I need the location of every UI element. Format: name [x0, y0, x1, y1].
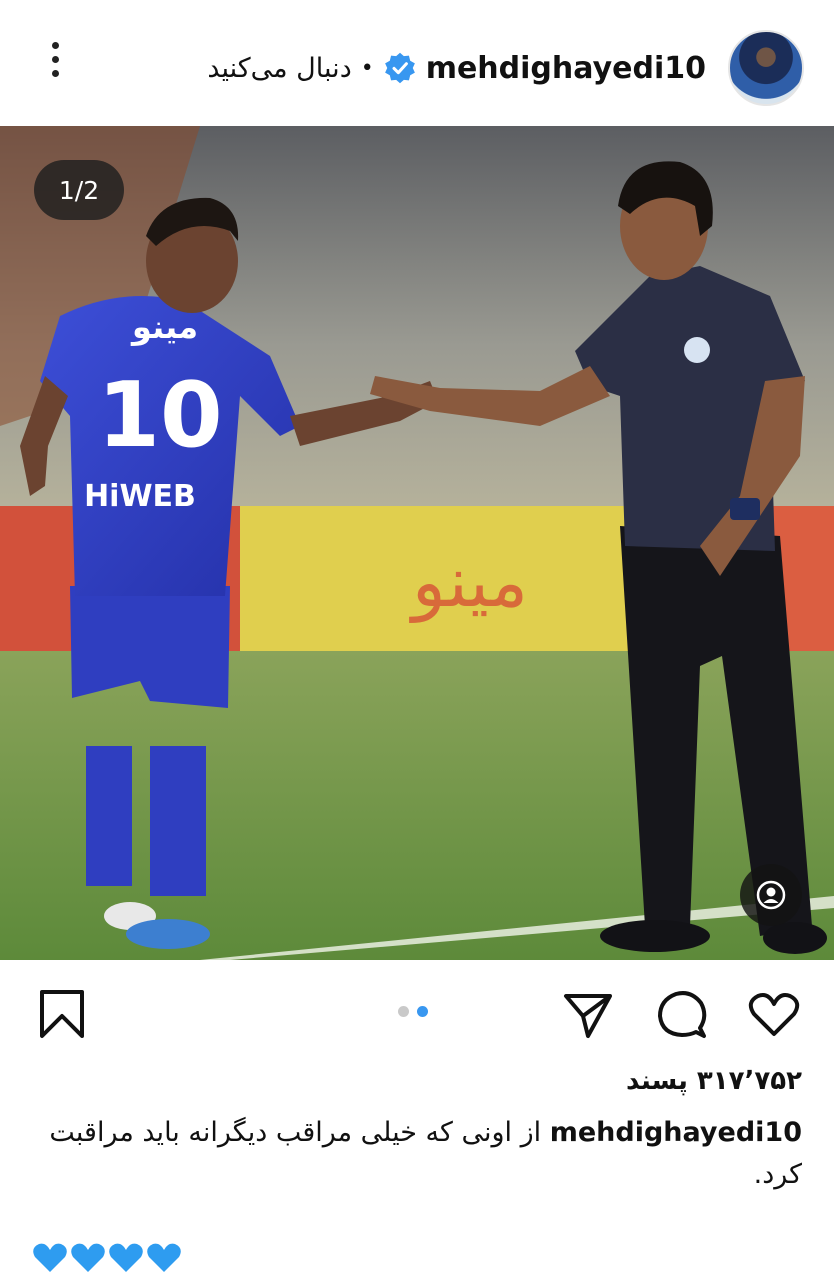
like-count[interactable]: ۳۱۷٬۷۵۲ پسند	[626, 1066, 802, 1096]
tagged-users-button[interactable]	[740, 864, 802, 926]
carousel-counter: 1/2	[34, 160, 124, 220]
comment-preview	[32, 1240, 184, 1274]
following-label[interactable]: دنبال می‌کنید	[207, 53, 351, 84]
billboard-text: مینو	[409, 541, 528, 623]
caption-username[interactable]: mehdighayedi10	[550, 1117, 802, 1148]
post-header: دنبال می‌کنید • mehdighayedi10	[0, 0, 834, 126]
like-heart-icon[interactable]	[748, 988, 800, 1040]
carousel-dot	[398, 1006, 409, 1017]
shirt-sponsor-bottom: HiWEB	[84, 479, 196, 514]
avatar[interactable]	[728, 30, 804, 106]
person-icon	[756, 880, 786, 910]
post-image[interactable]: مینو 10 مینو HiWEB 1/2	[0, 126, 834, 960]
post-photo-illustration: مینو 10 مینو HiWEB	[0, 126, 834, 960]
blue-hearts-icon	[33, 1243, 181, 1272]
save-bookmark-icon[interactable]	[36, 988, 88, 1040]
share-icon[interactable]	[562, 988, 614, 1040]
more-options-icon[interactable]	[40, 42, 70, 90]
player-number: 10	[97, 363, 222, 468]
carousel-indicator	[398, 1006, 428, 1017]
post-username[interactable]: mehdighayedi10	[426, 51, 706, 86]
post-caption: mehdighayedi10 از اونی که خیلی مراقب دیگ…	[22, 1112, 802, 1196]
shirt-sponsor-top: مینو	[130, 308, 198, 346]
comment-icon[interactable]	[656, 988, 708, 1040]
action-bar	[0, 960, 834, 1070]
carousel-dot-active	[417, 1006, 428, 1017]
verified-badge-icon	[384, 52, 415, 84]
separator-dot: •	[360, 55, 374, 81]
header-user-line: دنبال می‌کنید • mehdighayedi10	[207, 44, 706, 92]
